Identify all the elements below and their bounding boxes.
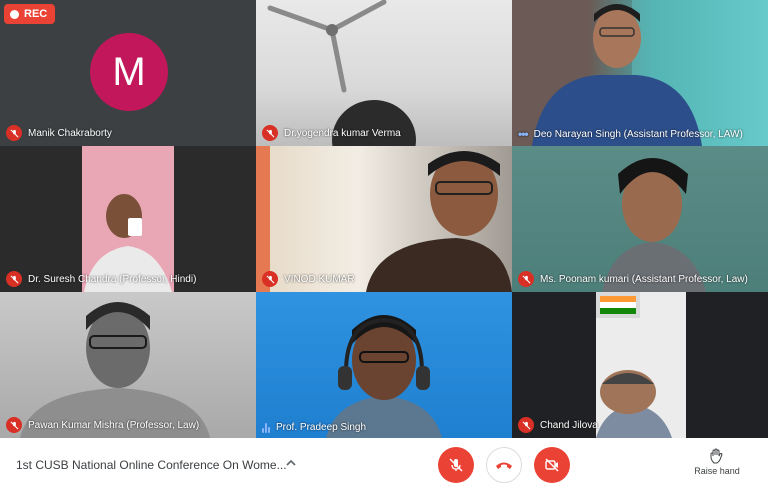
participant-tile[interactable]: VINOD KUMAR	[256, 146, 512, 292]
participant-name-tag: VINOD KUMAR	[262, 271, 355, 287]
mic-off-icon	[518, 271, 534, 287]
participant-name: Deo Narayan Singh (Assistant Professor, …	[533, 128, 743, 140]
meeting-control-bar: 1st CUSB National Online Conference On W…	[0, 438, 768, 488]
participant-name-tag: Dr. Suresh Chandra (Professor, Hindi)	[6, 271, 196, 287]
mic-off-icon	[262, 271, 278, 287]
participant-name-tag: ••• Deo Narayan Singh (Assistant Profess…	[518, 127, 743, 141]
recording-label: REC	[24, 8, 48, 20]
mic-off-icon	[6, 125, 22, 141]
mic-off-icon	[262, 125, 278, 141]
mic-off-icon	[6, 417, 22, 433]
avatar: M	[90, 33, 168, 111]
mic-off-icon	[6, 271, 22, 287]
record-dot-icon	[10, 9, 19, 19]
microphone-toggle-button[interactable]	[438, 447, 474, 483]
participant-tile[interactable]: Dr. Suresh Chandra (Professor, Hindi)	[0, 146, 256, 292]
participant-tile[interactable]: REC M Manik Chakraborty	[0, 0, 256, 146]
speaking-indicator-icon	[262, 422, 270, 433]
raise-hand-button[interactable]: Raise hand	[690, 448, 744, 476]
participant-name: Pawan Kumar Mishra (Professor, Law)	[28, 419, 200, 431]
participant-name-tag: Prof. Pradeep Singh	[262, 422, 366, 433]
recording-badge: REC	[4, 4, 56, 24]
participant-name: Dr. Suresh Chandra (Professor, Hindi)	[28, 273, 197, 285]
leave-call-button[interactable]	[486, 447, 522, 483]
mic-off-icon	[518, 417, 534, 433]
video-feed	[532, 0, 768, 146]
video-grid: REC M Manik Chakraborty Dr.yogendra kuma	[0, 0, 768, 438]
participant-name: Dr.yogendra kumar Verma	[284, 127, 401, 139]
video-feed	[326, 315, 442, 438]
participant-name-tag: Manik Chakraborty	[6, 125, 112, 141]
participant-tile[interactable]: Dr.yogendra kumar Verma	[256, 0, 512, 146]
participant-name: Manik Chakraborty	[28, 127, 112, 139]
camera-off-icon	[545, 458, 559, 472]
chevron-up-icon[interactable]	[284, 456, 298, 470]
participant-name-tag: Ms. Poonam kumari (Assistant Professor, …	[518, 271, 748, 287]
participant-tile[interactable]: Pawan Kumar Mishra (Professor, Law)	[0, 292, 256, 438]
participant-name: Ms. Poonam kumari (Assistant Professor, …	[540, 273, 748, 285]
camera-toggle-button[interactable]	[534, 447, 570, 483]
more-options-icon[interactable]: •••	[518, 127, 529, 141]
participant-name: Chand Jilova	[540, 419, 598, 431]
participant-tile[interactable]: ••• Deo Narayan Singh (Assistant Profess…	[512, 0, 768, 146]
meeting-title[interactable]: 1st CUSB National Online Conference On W…	[16, 458, 287, 472]
participant-name: VINOD KUMAR	[284, 273, 355, 285]
participant-name-tag: Dr.yogendra kumar Verma	[262, 125, 401, 141]
participant-name-tag: Pawan Kumar Mishra (Professor, Law)	[6, 417, 199, 433]
mic-off-icon	[449, 458, 463, 472]
hangup-icon	[496, 462, 512, 469]
participant-tile[interactable]: Prof. Pradeep Singh	[256, 292, 512, 438]
participant-tile[interactable]: Chand Jilova	[512, 292, 768, 438]
participant-name: Prof. Pradeep Singh	[276, 422, 367, 433]
participant-name-tag: Chand Jilova	[518, 417, 598, 433]
participant-tile[interactable]: Ms. Poonam kumari (Assistant Professor, …	[512, 146, 768, 292]
raise-hand-icon	[710, 448, 723, 464]
raise-hand-label: Raise hand	[694, 466, 740, 476]
